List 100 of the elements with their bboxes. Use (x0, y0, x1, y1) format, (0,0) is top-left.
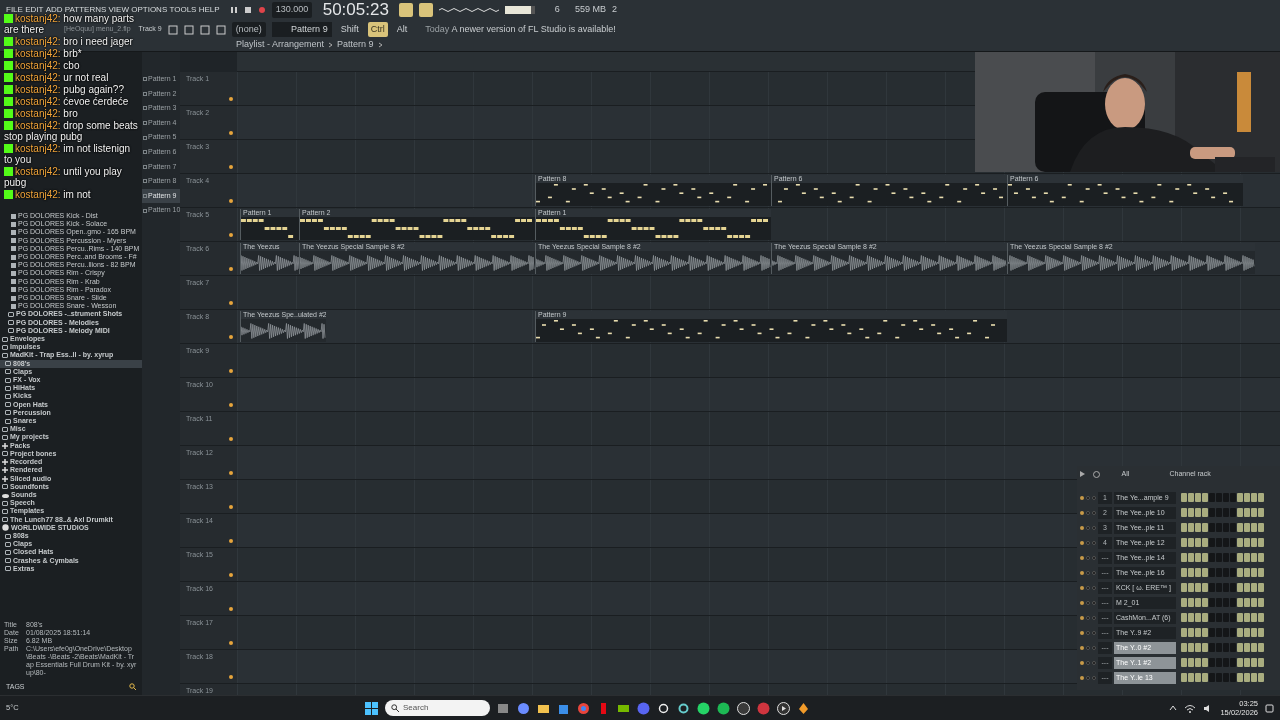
step-button[interactable] (1244, 568, 1250, 577)
breadcrumb-item[interactable]: Pattern 9 (337, 38, 374, 52)
step-button[interactable] (1209, 673, 1215, 682)
step-button[interactable] (1237, 553, 1243, 562)
volume-knob[interactable] (1092, 645, 1096, 650)
menu-item[interactable]: OPTIONS (131, 4, 168, 16)
step-button[interactable] (1258, 598, 1264, 607)
step-button[interactable] (1230, 583, 1236, 592)
step-button[interactable] (1202, 598, 1208, 607)
volume-knob[interactable] (1092, 495, 1096, 500)
step-button[interactable] (1181, 673, 1187, 682)
notification-icon[interactable] (1265, 703, 1274, 713)
mute-light[interactable] (1080, 570, 1084, 575)
step-button[interactable] (1237, 643, 1243, 652)
step-button[interactable] (1258, 628, 1264, 637)
step-button[interactable] (1195, 643, 1201, 652)
menu-item[interactable]: EDIT (25, 4, 44, 16)
step-button[interactable] (1188, 583, 1194, 592)
step-button[interactable] (1209, 613, 1215, 622)
step-button[interactable] (1209, 628, 1215, 637)
step-button[interactable] (1195, 658, 1201, 667)
step-button[interactable] (1209, 538, 1215, 547)
step-button[interactable] (1223, 658, 1229, 667)
pattern-mode-button[interactable] (399, 3, 414, 17)
step-button[interactable] (1181, 553, 1187, 562)
step-button[interactable] (1216, 613, 1222, 622)
step-button[interactable] (1237, 493, 1243, 502)
step-button[interactable] (1209, 643, 1215, 652)
step-button[interactable] (1230, 553, 1236, 562)
modifier-key[interactable]: Ctrl (367, 21, 388, 38)
step-button[interactable] (1230, 673, 1236, 682)
pattern-selector[interactable]: Pattern 9 (271, 21, 332, 38)
step-button[interactable] (1223, 508, 1229, 517)
step-button[interactable] (1237, 568, 1243, 577)
search-field[interactable]: Search (385, 700, 490, 716)
step-button[interactable] (1258, 583, 1264, 592)
gear-icon[interactable] (1093, 470, 1100, 478)
step-button[interactable] (1188, 613, 1194, 622)
step-button[interactable] (1223, 673, 1229, 682)
step-button[interactable] (1244, 628, 1250, 637)
menu-item[interactable]: PATTERNS (64, 4, 107, 16)
step-button[interactable] (1244, 538, 1250, 547)
step-button[interactable] (1237, 538, 1243, 547)
volume-knob[interactable] (1092, 555, 1096, 560)
mute-light[interactable] (1080, 585, 1084, 590)
mute-light[interactable] (1080, 555, 1084, 560)
step-button[interactable] (1223, 538, 1229, 547)
step-button[interactable] (1251, 553, 1257, 562)
step-button[interactable] (1237, 508, 1243, 517)
step-button[interactable] (1216, 568, 1222, 577)
step-button[interactable] (1223, 643, 1229, 652)
volume-knob[interactable] (1092, 615, 1096, 620)
volume-knob[interactable] (1092, 525, 1096, 530)
step-button[interactable] (1195, 613, 1201, 622)
step-button[interactable] (1202, 643, 1208, 652)
step-button[interactable] (1244, 553, 1250, 562)
step-button[interactable] (1251, 628, 1257, 637)
step-button[interactable] (1223, 583, 1229, 592)
step-button[interactable] (1195, 628, 1201, 637)
mute-light[interactable] (1080, 600, 1084, 605)
step-button[interactable] (1230, 568, 1236, 577)
mute-light[interactable] (1080, 615, 1084, 620)
step-button[interactable] (1209, 553, 1215, 562)
step-button[interactable] (1202, 658, 1208, 667)
step-button[interactable] (1209, 583, 1215, 592)
step-button[interactable] (1181, 583, 1187, 592)
step-button[interactable] (1188, 598, 1194, 607)
step-button[interactable] (1223, 493, 1229, 502)
step-button[interactable] (1188, 673, 1194, 682)
step-button[interactable] (1202, 523, 1208, 532)
step-button[interactable] (1202, 583, 1208, 592)
step-button[interactable] (1258, 523, 1264, 532)
step-button[interactable] (1209, 523, 1215, 532)
step-button[interactable] (1237, 628, 1243, 637)
step-button[interactable] (1202, 673, 1208, 682)
step-button[interactable] (1202, 538, 1208, 547)
step-button[interactable] (1230, 613, 1236, 622)
step-button[interactable] (1195, 583, 1201, 592)
step-button[interactable] (1258, 673, 1264, 682)
step-button[interactable] (1216, 643, 1222, 652)
step-button[interactable] (1216, 508, 1222, 517)
mute-light[interactable] (1080, 675, 1084, 680)
step-button[interactable] (1216, 523, 1222, 532)
step-button[interactable] (1251, 613, 1257, 622)
step-button[interactable] (1258, 538, 1264, 547)
record-circle-icon[interactable] (737, 701, 750, 715)
step-button[interactable] (1181, 538, 1187, 547)
step-button[interactable] (1251, 523, 1257, 532)
step-button[interactable] (1202, 553, 1208, 562)
step-button[interactable] (1230, 628, 1236, 637)
step-button[interactable] (1188, 568, 1194, 577)
step-button[interactable] (1181, 658, 1187, 667)
step-button[interactable] (1244, 643, 1250, 652)
step-button[interactable] (1223, 523, 1229, 532)
menu-item[interactable]: TOOLS (169, 4, 197, 16)
step-button[interactable] (1209, 568, 1215, 577)
mute-light[interactable] (1080, 510, 1084, 515)
step-button[interactable] (1258, 568, 1264, 577)
step-button[interactable] (1237, 598, 1243, 607)
step-button[interactable] (1209, 598, 1215, 607)
